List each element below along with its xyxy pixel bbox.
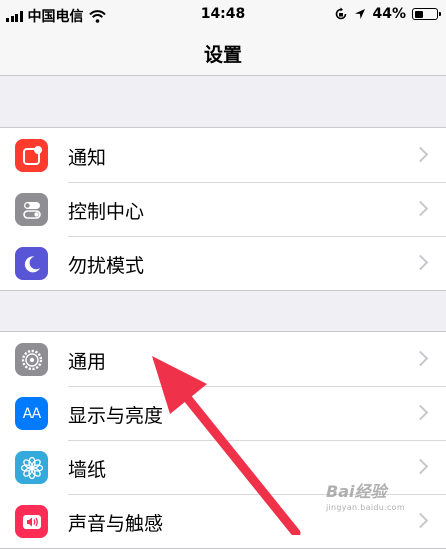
watermark-brand: Bai经验 — [326, 482, 387, 501]
annotation-arrow-shaft — [171, 379, 301, 535]
annotation-arrow — [152, 356, 301, 535]
watermark-url: jingyan.baidu.com — [326, 503, 405, 512]
baidu-jingyan-watermark: Bai经验 jingyan.baidu.com — [326, 478, 438, 512]
